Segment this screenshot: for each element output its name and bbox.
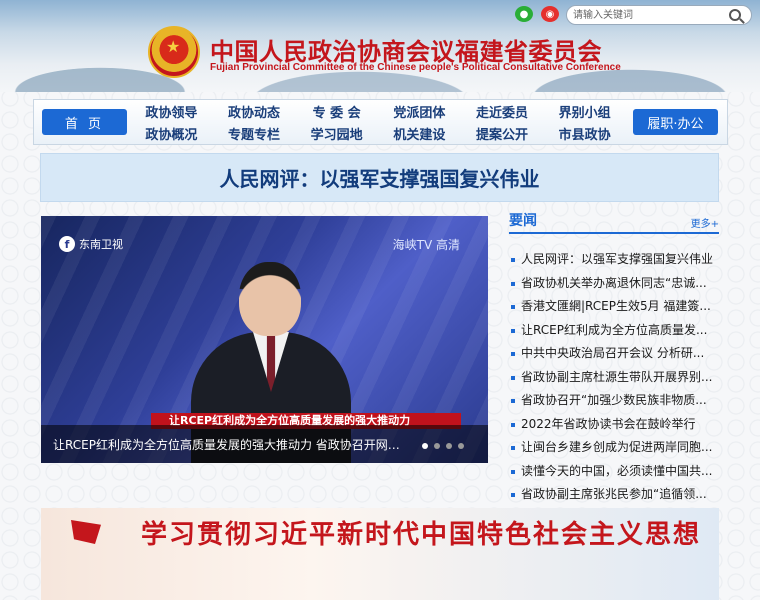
- slide-caption-text[interactable]: 让RCEP红利成为全方位高质量发展的强大推动力 省政协召开网络...: [53, 436, 403, 453]
- weibo-icon[interactable]: ◉: [541, 6, 559, 22]
- nav-item-leaders[interactable]: 政协领导: [130, 100, 213, 122]
- news-panel: 要闻 更多+ 人民网评：以强军支撑强国复兴伟业 省政协机关举办离退休同志“忠诚.…: [509, 208, 719, 501]
- news-more-link[interactable]: 更多+: [691, 215, 719, 230]
- news-header: 要闻 更多+: [509, 208, 719, 234]
- list-item[interactable]: 人民网评：以强军支撑强国复兴伟业: [509, 248, 719, 272]
- list-item[interactable]: 中共中央政治局召开会议 分析研...: [509, 342, 719, 366]
- search-box: [566, 5, 752, 25]
- banner-text[interactable]: 学习贯彻习近平新时代中国特色社会主义思想: [141, 514, 701, 551]
- channel-f-icon: f: [59, 236, 75, 252]
- news-title: 要闻: [509, 213, 537, 229]
- feature-banner[interactable]: 学习贯彻习近平新时代中国特色社会主义思想: [41, 508, 719, 600]
- slide-dot[interactable]: [458, 443, 464, 449]
- tv-badge: 海峡TV 高清: [392, 238, 460, 252]
- list-item[interactable]: 省政协副主席张兆民参加“追循领...: [509, 483, 719, 507]
- slide-pagination: [422, 443, 464, 449]
- nav-duty-office-button[interactable]: 履职·办公: [633, 109, 718, 135]
- nav-item-groups[interactable]: 界别小组: [543, 100, 626, 122]
- main-nav: 首 页 政协领导 政协动态 专 委 会 党派团体 走近委员 界别小组 政协概况 …: [33, 99, 728, 145]
- slide-caption[interactable]: 让RCEP红利成为全方位高质量发展的强大推动力 省政协召开网络...: [41, 425, 488, 463]
- nav-item-learning[interactable]: 学习园地: [295, 122, 378, 144]
- nav-menu-grid: 政协领导 政协动态 专 委 会 党派团体 走近委员 界别小组 政协概况 专题专栏…: [130, 100, 626, 144]
- site-subtitle: Fujian Provincial Committee of the Chine…: [210, 62, 621, 73]
- list-item[interactable]: 香港文匯網|RCEP生效5月 福建簽...: [509, 295, 719, 319]
- headline-banner[interactable]: 人民网评：以强军支撑强国复兴伟业: [40, 153, 719, 202]
- search-icon[interactable]: [729, 9, 741, 21]
- list-item[interactable]: 让闽台乡建乡创成为促进两岸同胞...: [509, 436, 719, 460]
- list-item[interactable]: 省政协召开“加强少数民族非物质...: [509, 389, 719, 413]
- list-item[interactable]: 省政协副主席杜源生带队开展界别...: [509, 366, 719, 390]
- red-flag-icon: [71, 520, 101, 544]
- channel-name: 东南卫视: [79, 238, 123, 251]
- headline-title[interactable]: 人民网评：以强军支撑强国复兴伟业: [220, 163, 540, 192]
- nav-item-committees[interactable]: 专 委 会: [295, 100, 378, 122]
- list-item[interactable]: 2022年省政协读书会在鼓岭举行: [509, 413, 719, 437]
- nav-item-parties[interactable]: 党派团体: [378, 100, 461, 122]
- slide-dot[interactable]: [446, 443, 452, 449]
- nav-item-topics[interactable]: 专题专栏: [213, 122, 296, 144]
- nav-item-proposals[interactable]: 提案公开: [461, 122, 544, 144]
- cppcc-emblem-icon: [148, 26, 200, 78]
- channel-logo: f 东南卫视: [59, 236, 123, 252]
- nav-item-overview[interactable]: 政协概况: [130, 122, 213, 144]
- list-item[interactable]: 让RCEP红利成为全方位高质量发...: [509, 319, 719, 343]
- wechat-icon[interactable]: ●: [515, 6, 533, 22]
- nav-home-button[interactable]: 首 页: [42, 109, 127, 135]
- list-item[interactable]: 省政协机关举办离退休同志“忠诚...: [509, 272, 719, 296]
- social-links: ● ◉: [515, 6, 559, 22]
- slide-dot[interactable]: [434, 443, 440, 449]
- list-item[interactable]: 读懂今天的中国，必须读懂中国共...: [509, 460, 719, 484]
- search-input[interactable]: [567, 6, 717, 24]
- nav-item-news[interactable]: 政协动态: [213, 100, 296, 122]
- video-slideshow[interactable]: f 东南卫视 海峡TV 高清 让RCEP红利成为全方位高质量发展的强大推动力 让…: [41, 216, 488, 463]
- anchor-head: [239, 262, 301, 336]
- news-list: 人民网评：以强军支撑强国复兴伟业 省政协机关举办离退休同志“忠诚... 香港文匯…: [509, 248, 719, 507]
- nav-item-organization[interactable]: 机关建设: [378, 122, 461, 144]
- nav-item-city-county[interactable]: 市县政协: [543, 122, 626, 144]
- slide-dot[interactable]: [422, 443, 428, 449]
- nav-item-members[interactable]: 走近委员: [461, 100, 544, 122]
